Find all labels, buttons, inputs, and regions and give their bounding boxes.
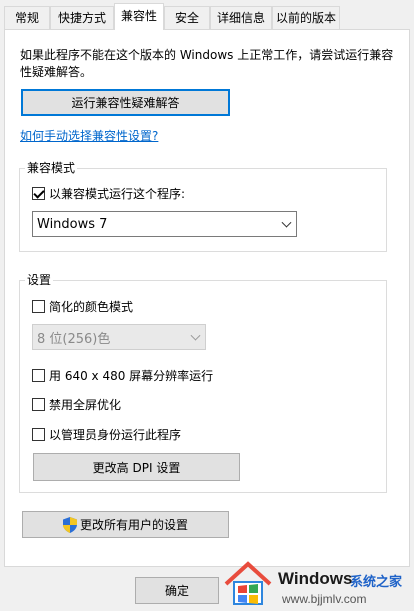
all-users-settings-label: 更改所有用户的设置	[79, 518, 188, 532]
change-dpi-button[interactable]: 更改高 DPI 设置	[33, 453, 240, 481]
compat-mode-checkbox-row[interactable]: 以兼容模式运行这个程序:	[32, 185, 185, 202]
chevron-down-icon	[190, 330, 201, 341]
run-as-admin-label: 以管理员身份运行此程序	[49, 428, 182, 442]
compat-mode-group: 兼容模式 以兼容模式运行这个程序: Windows 7	[19, 160, 387, 252]
res-640-label: 用 640 x 480 屏幕分辨率运行	[49, 369, 214, 383]
watermark: Windows 系统之家 www.bjjmlv.com	[218, 556, 414, 611]
tab-compatibility[interactable]: 兼容性	[114, 3, 164, 30]
compat-mode-checkbox-label: 以兼容模式运行这个程序:	[49, 187, 186, 201]
settings-group: 设置 简化的颜色模式 8 位(256)色 用 640 x 480 屏幕分辨率运行…	[19, 272, 387, 493]
color-depth-selected: 8 位(256)色	[37, 331, 111, 347]
run-troubleshooter-button[interactable]: 运行兼容性疑难解答	[21, 89, 230, 116]
watermark-site-name: 系统之家	[350, 575, 403, 590]
tab-previous-versions[interactable]: 以前的版本	[272, 6, 340, 29]
reduced-color-row[interactable]: 简化的颜色模式	[32, 298, 133, 315]
settings-group-title: 设置	[25, 272, 54, 288]
os-version-select[interactable]: Windows 7	[32, 211, 297, 237]
reduced-color-label: 简化的颜色模式	[49, 300, 134, 314]
tab-shortcut[interactable]: 快捷方式	[50, 6, 114, 29]
res-640-row[interactable]: 用 640 x 480 屏幕分辨率运行	[32, 367, 213, 384]
all-users-settings-button[interactable]: 更改所有用户的设置	[22, 511, 229, 538]
run-as-admin-checkbox[interactable]	[32, 428, 45, 441]
compat-mode-group-title: 兼容模式	[25, 160, 78, 176]
watermark-url: www.bjjmlv.com	[282, 592, 367, 606]
tab-security[interactable]: 安全	[164, 6, 210, 29]
tab-general[interactable]: 常规	[4, 6, 50, 29]
manual-settings-link[interactable]: 如何手动选择兼容性设置?	[20, 127, 158, 144]
reduced-color-checkbox[interactable]	[32, 300, 45, 313]
disable-fullscreen-row[interactable]: 禁用全屏优化	[32, 396, 121, 413]
disable-fullscreen-checkbox[interactable]	[32, 398, 45, 411]
run-as-admin-row[interactable]: 以管理员身份运行此程序	[32, 426, 181, 443]
compat-mode-checkbox[interactable]	[32, 187, 45, 200]
color-depth-select: 8 位(256)色	[32, 324, 206, 350]
compatibility-description: 如果此程序不能在这个版本的 Windows 上正常工作，请尝试运行兼容性疑难解答…	[20, 48, 394, 79]
watermark-brand: Windows	[278, 569, 353, 588]
tab-details[interactable]: 详细信息	[210, 6, 272, 29]
res-640-checkbox[interactable]	[32, 369, 45, 382]
uac-shield-icon	[62, 516, 77, 533]
ok-button[interactable]: 确定	[135, 577, 219, 604]
compatibility-panel: 如果此程序不能在这个版本的 Windows 上正常工作，请尝试运行兼容性疑难解答…	[4, 29, 410, 567]
chevron-down-icon	[281, 217, 292, 228]
disable-fullscreen-label: 禁用全屏优化	[49, 398, 122, 412]
watermark-house-logo-icon	[224, 561, 272, 605]
os-version-selected: Windows 7	[37, 216, 108, 232]
tab-strip: 常规 快捷方式 兼容性 安全 详细信息 以前的版本	[0, 0, 414, 30]
